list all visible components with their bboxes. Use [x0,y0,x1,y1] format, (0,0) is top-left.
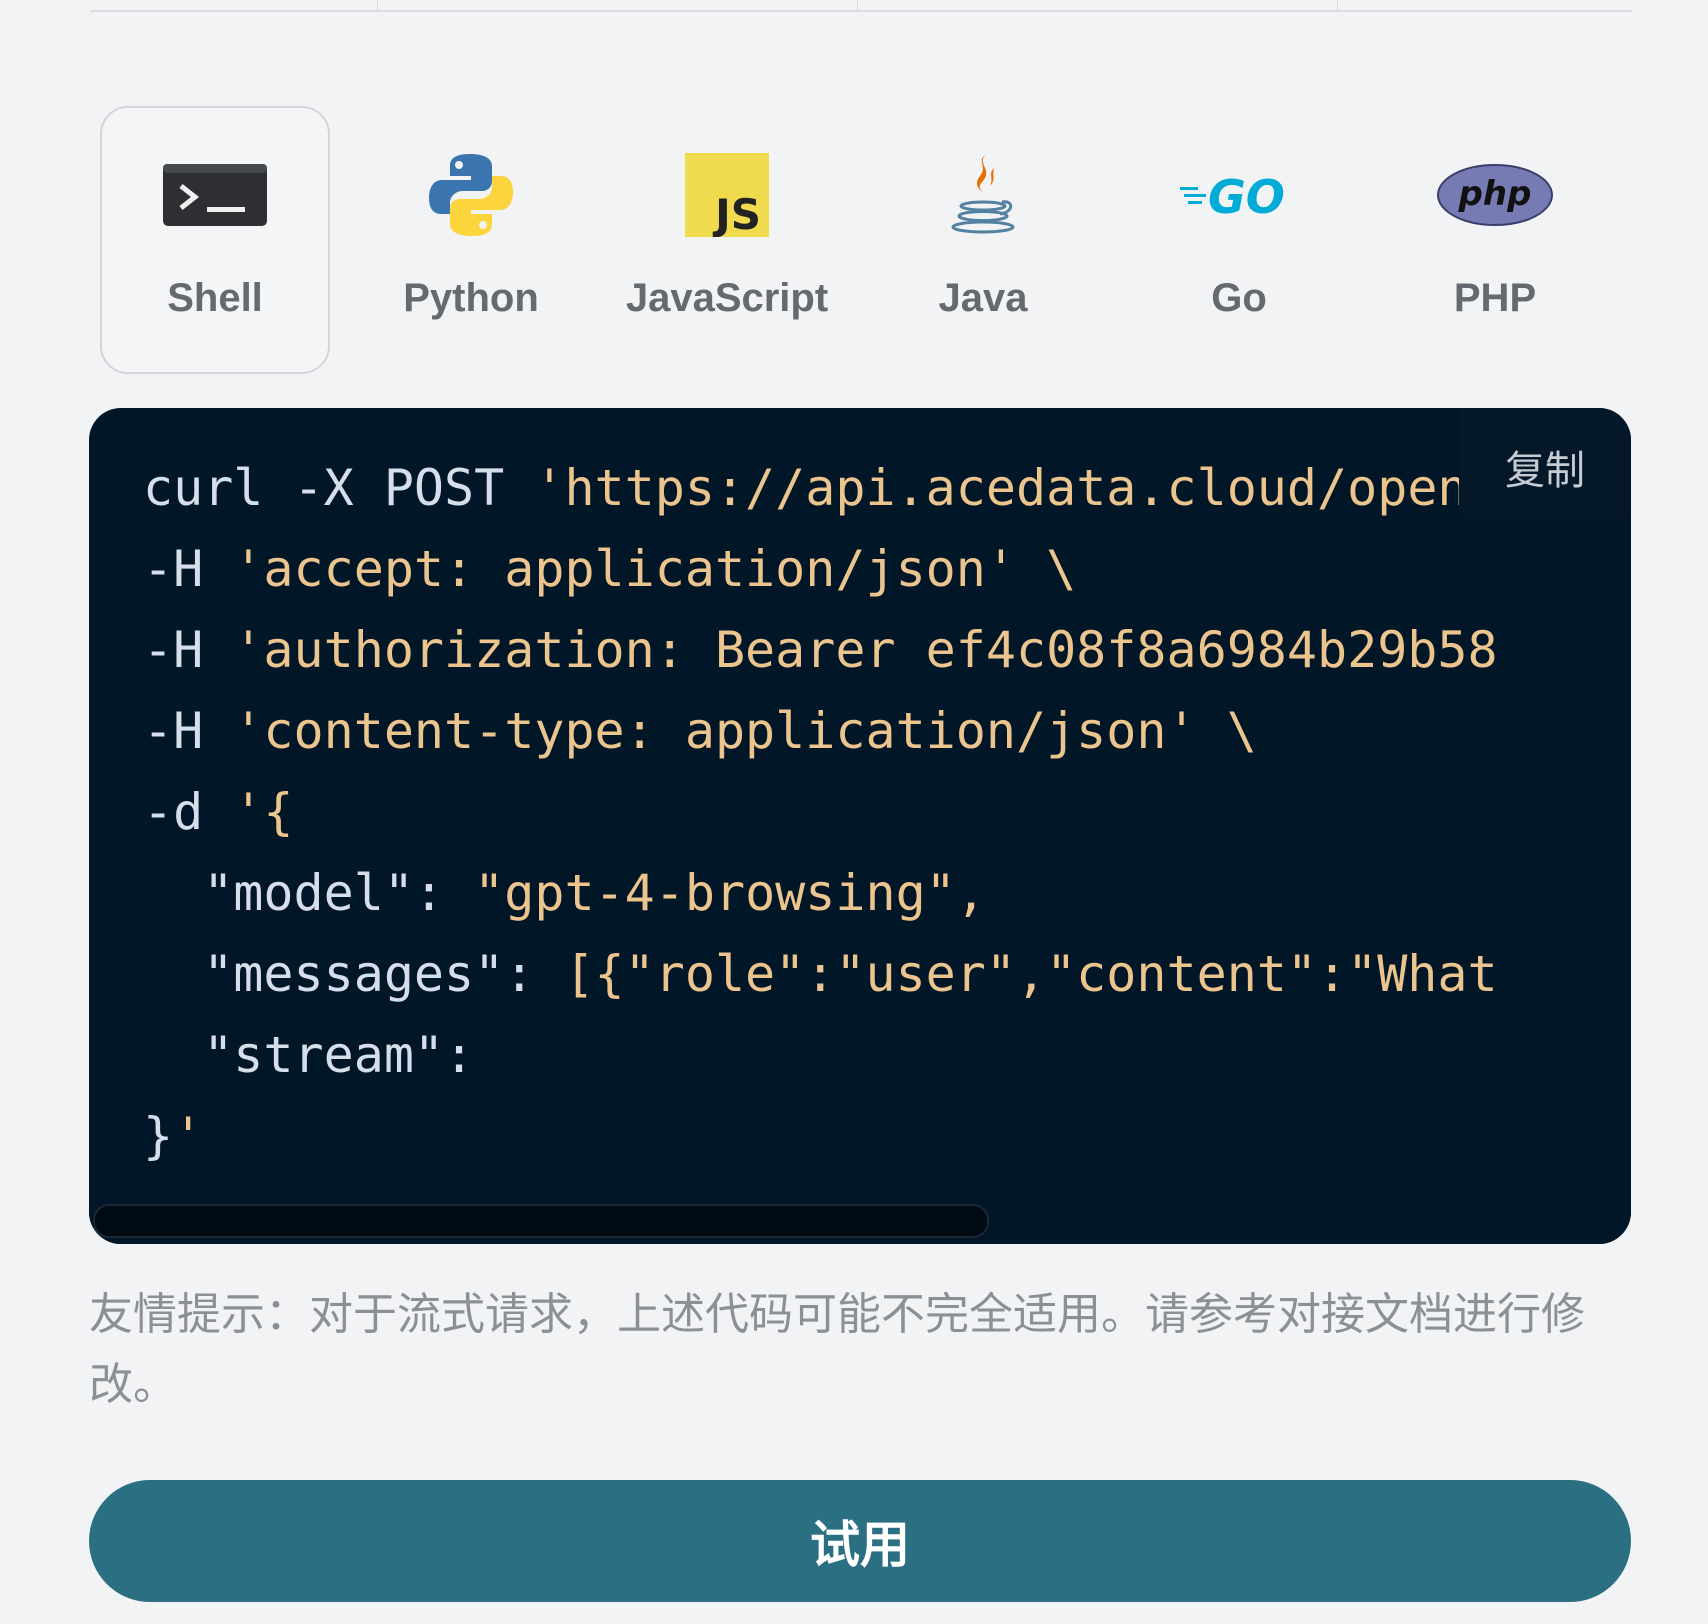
svg-text:GO: GO [1208,170,1285,220]
svg-text:php: php [1458,174,1532,214]
tab-python[interactable]: Python [356,106,586,374]
go-logo-icon: GO [1180,140,1298,250]
code-line: "messages": [{"role":"user","content":"W… [143,945,1498,1003]
php-logo-icon: php [1436,140,1554,250]
tab-label: Shell [167,276,263,320]
python-logo-icon [426,140,516,250]
tab-label: PHP [1453,276,1537,320]
tab-go[interactable]: GO Go [1124,106,1354,374]
terminal-icon [163,140,267,250]
tab-shell[interactable]: Shell [100,106,330,374]
tab-javascript[interactable]: JS JavaScript [612,106,842,374]
code-line: -H 'content-type: application/json' \ [143,702,1257,760]
copy-button[interactable]: 复制 [1459,408,1631,518]
code-snippet-panel: Shell Python JS JavaScript Java GO Go ph… [0,0,1708,1624]
java-logo-icon [948,140,1018,250]
language-tabs: Shell Python JS JavaScript Java GO Go ph… [100,106,1610,374]
code-block: 复制 curl -X POST 'https://api.acedata.clo… [89,408,1631,1244]
code-line: "stream": [143,1026,475,1084]
tab-label: Python [403,276,539,320]
code-line: -H 'authorization: Bearer ef4c08f8a6984b… [143,621,1498,679]
code-line: "model": "gpt-4-browsing", [143,864,986,922]
code-line: -d '{ [143,783,294,841]
tip-text: 友情提示：对于流式请求，上述代码可能不完全适用。请参考对接文档进行修改。 [89,1289,1585,1410]
code-line: }' [143,1107,204,1165]
code-content: curl -X POST 'https://api.acedata.cloud/… [143,448,1631,1177]
tab-label: JavaScript [625,276,829,320]
top-divider [90,0,1632,12]
horizontal-scrollbar[interactable] [89,1200,1631,1244]
tab-label: Go [1211,276,1267,320]
code-line: -H 'accept: application/json' \ [143,540,1077,598]
tab-java[interactable]: Java [868,106,1098,374]
scrollbar-thumb[interactable] [93,1204,989,1238]
svg-text:JS: JS [712,190,761,237]
tab-label: Java [938,276,1028,320]
try-button[interactable]: 试用 [89,1480,1631,1602]
javascript-logo-icon: JS [685,140,769,250]
tab-php[interactable]: php PHP [1380,106,1610,374]
code-line: curl -X POST 'https://api.acedata.cloud/… [143,459,1631,517]
